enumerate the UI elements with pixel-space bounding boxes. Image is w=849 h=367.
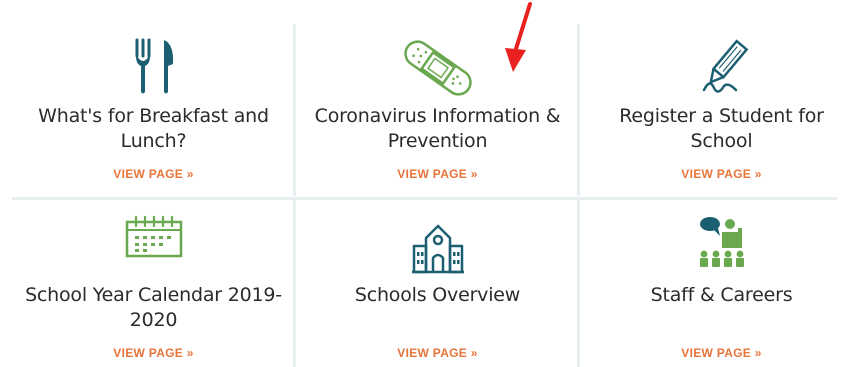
calendar-icon bbox=[12, 214, 295, 258]
tile-title: Schools Overview bbox=[354, 284, 521, 306]
fork-knife-icon bbox=[12, 38, 295, 96]
pencil-icon bbox=[580, 38, 849, 98]
tile-title: Staff & Careers bbox=[650, 284, 793, 306]
teacher-classroom-icon bbox=[580, 214, 849, 270]
quick-links-grid: What's for Breakfast and Lunch? VIEW PAG… bbox=[0, 0, 849, 367]
view-page-link[interactable]: VIEW PAGE » bbox=[580, 167, 849, 181]
tile-title: Coronavirus Information & Prevention bbox=[314, 105, 561, 152]
view-page-link[interactable]: VIEW PAGE » bbox=[12, 167, 295, 181]
view-page-link[interactable]: VIEW PAGE » bbox=[580, 346, 849, 360]
tile-title: School Year Calendar 2019-2020 bbox=[25, 284, 282, 331]
schoolhouse-icon bbox=[296, 222, 579, 276]
tile-title: Register a Student for School bbox=[619, 105, 824, 152]
tile-title: What's for Breakfast and Lunch? bbox=[38, 105, 269, 152]
divider-horizontal bbox=[12, 197, 837, 200]
view-page-link[interactable]: VIEW PAGE » bbox=[12, 346, 295, 360]
annotation-arrow-icon bbox=[505, 2, 532, 72]
view-page-link[interactable]: VIEW PAGE » bbox=[296, 346, 579, 360]
view-page-link[interactable]: VIEW PAGE » bbox=[296, 167, 579, 181]
